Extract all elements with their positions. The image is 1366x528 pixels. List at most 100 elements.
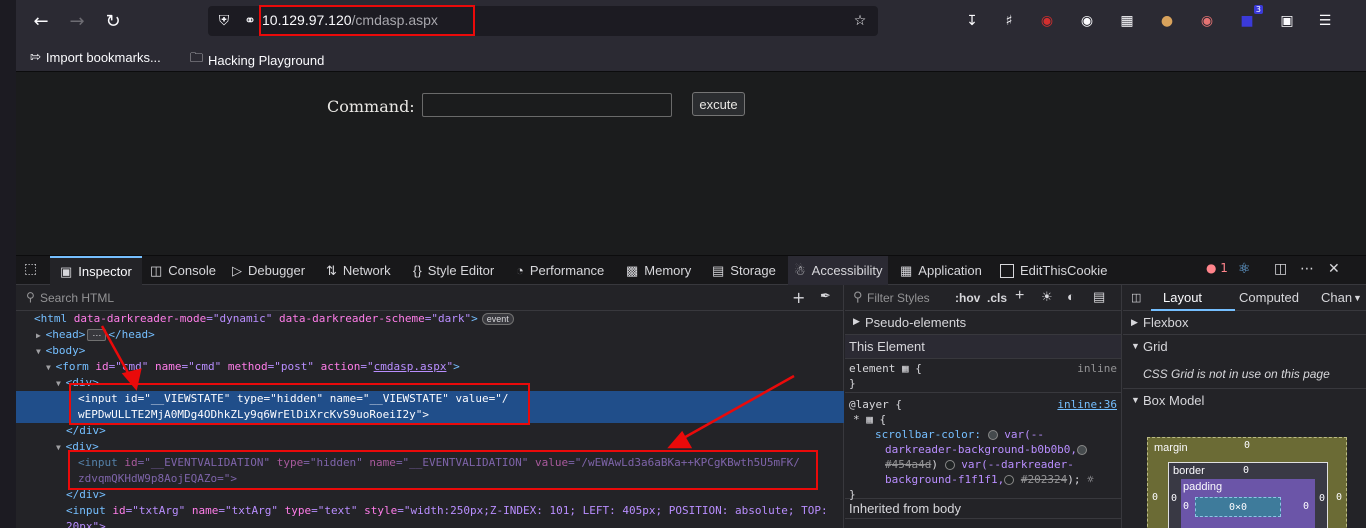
sidebar-toggle-icon[interactable]: ◫ — [1131, 291, 1141, 304]
shield-extension-icon[interactable]: ◉ — [1196, 10, 1218, 32]
lock-icon[interactable]: ⚭ — [240, 11, 260, 31]
margin-right-value[interactable]: 0 — [1336, 492, 1342, 503]
add-rule-icon[interactable]: + — [1015, 287, 1024, 305]
pseudo-elements-section[interactable]: ▶ Pseudo-elements — [845, 311, 1121, 335]
collapsed-badge[interactable]: ⋯ — [87, 329, 107, 341]
css-property[interactable]: scrollbar-color: — [875, 428, 981, 441]
event-badge[interactable]: event — [481, 313, 514, 325]
forward-button[interactable]: → — [64, 8, 90, 34]
command-input[interactable] — [422, 93, 672, 117]
tab-network[interactable]: ⇅ Network — [326, 256, 391, 285]
star-icon[interactable]: ☆ — [850, 11, 870, 31]
back-button[interactable]: ← — [28, 8, 54, 34]
bookmark-import[interactable]: ⇰ Import bookmarks... — [30, 49, 161, 65]
tree-node-head[interactable]: ▶ <head> ⋯ </head> — [16, 327, 844, 343]
eyedropper-icon[interactable]: ✒ — [820, 289, 831, 304]
border-left-value[interactable]: 0 — [1171, 493, 1177, 504]
node-link[interactable]: cmdasp.aspx — [374, 360, 447, 373]
container-icon[interactable]: ■ 3 — [1236, 5, 1263, 32]
shield-icon[interactable]: ⛨ — [214, 11, 234, 31]
tab-debugger[interactable]: ▷ Debugger — [232, 256, 305, 285]
tab-performance[interactable]: ◔ Performance — [516, 256, 604, 285]
layer-rule[interactable]: @layer { inline:36 * ▦ { scrollbar-color… — [845, 393, 1121, 501]
url-highlight-box — [259, 5, 475, 36]
extensions-icon[interactable]: ♯ — [998, 10, 1020, 32]
print-icon[interactable]: ▤ — [1093, 289, 1105, 305]
hov-toggle[interactable]: :hov — [955, 291, 980, 305]
responsive-icon[interactable]: ◫ — [1274, 261, 1287, 277]
color-swatch[interactable] — [1004, 475, 1015, 485]
color-swatch[interactable] — [1077, 445, 1088, 455]
performance-icon: ◔ — [516, 263, 524, 278]
tab-storage[interactable]: ▤ Storage — [712, 256, 776, 285]
tree-node-txtarg-cont[interactable]: 20px"> — [16, 519, 844, 528]
node-tag: > — [453, 360, 460, 373]
tab-console[interactable]: ◫ Console — [150, 256, 216, 285]
tree-node-html[interactable]: <html data-darkreader-mode="dynamic" dat… — [16, 311, 844, 327]
margin-left-value[interactable]: 0 — [1152, 492, 1158, 503]
collapse-icon[interactable]: ▼ — [36, 347, 46, 356]
collapse-icon: ▼ — [1131, 341, 1140, 351]
css-value[interactable]: var(-- — [1004, 428, 1044, 441]
add-node-icon[interactable]: + — [792, 288, 805, 307]
execute-button[interactable]: excute — [692, 92, 745, 116]
grid-section[interactable]: ▼ Grid — [1123, 335, 1366, 359]
eventvalidation-highlight-box — [68, 450, 818, 490]
download-icon[interactable]: ↧ — [961, 10, 983, 32]
tab-editthiscookie[interactable]: EditThisCookie — [1000, 256, 1107, 285]
filter-styles-input[interactable]: Filter Styles — [867, 291, 930, 305]
element-picker-icon[interactable]: ⬚ — [24, 261, 37, 277]
error-count[interactable]: ● 1 — [1206, 261, 1228, 275]
lightbulb-icon[interactable]: ☼ — [1087, 473, 1094, 486]
tab-accessibility[interactable]: ☃ Accessibility — [788, 256, 889, 285]
cookie-icon[interactable]: ● — [1156, 10, 1178, 32]
close-icon[interactable]: ✕ — [1328, 261, 1340, 277]
tree-node-form[interactable]: ▼ <form id="cmd" name="cmd" method="post… — [16, 359, 844, 375]
html-search-bar[interactable]: ⚲ Search HTML + ✒ — [16, 285, 843, 311]
padding-left-value[interactable]: 0 — [1183, 501, 1189, 512]
devtools-tab-bar: ⬚ ▣ Inspector ◫ Console ▷ Debugger ⇅ Network… — [16, 256, 1366, 285]
qrcode-icon[interactable]: ▦ — [1116, 10, 1138, 32]
more-icon[interactable]: ⋯ — [1300, 261, 1314, 277]
collapse-icon[interactable]: ▼ — [56, 443, 66, 452]
content-box[interactable]: 0×0 — [1195, 497, 1281, 517]
tree-node-txtarg[interactable]: <input id="txtArg" name="txtArg" type="t… — [16, 503, 844, 519]
atom-icon[interactable]: ⚛ — [1238, 261, 1251, 277]
color-swatch[interactable] — [944, 460, 955, 470]
tab-inspector[interactable]: ▣ Inspector — [50, 256, 142, 285]
collapse-icon[interactable]: ▼ — [56, 379, 66, 388]
color-swatch[interactable] — [987, 430, 998, 440]
cls-toggle[interactable]: .cls — [987, 291, 1007, 305]
border-top-value[interactable]: 0 — [1243, 465, 1249, 476]
chevron-down-icon[interactable]: ▼ — [1353, 293, 1362, 303]
margin-top-value[interactable]: 0 — [1244, 440, 1250, 451]
arrow-right-icon: → — [69, 10, 85, 32]
layer-source-link[interactable]: inline:36 — [1057, 397, 1117, 412]
tree-node-body[interactable]: ▼ <body> — [16, 343, 844, 359]
tab-layout[interactable]: Layout — [1163, 290, 1202, 305]
tab-label: Debugger — [248, 263, 306, 278]
browser-toolbar: ← → ↻ ⛨ ⚭ 10.129.97.120/cmdasp.aspx ☆ ↧ … — [16, 0, 1366, 42]
dark-mode-icon[interactable]: ◐ — [1067, 289, 1075, 304]
tab-computed[interactable]: Computed — [1239, 290, 1299, 305]
menu-icon[interactable]: ☰ — [1314, 10, 1336, 32]
tab-changes[interactable]: Chan — [1321, 290, 1352, 305]
padding-right-value[interactable]: 0 — [1303, 501, 1309, 512]
photo-icon[interactable]: ▣ — [1276, 10, 1298, 32]
spy-icon[interactable]: ◉ — [1076, 10, 1098, 32]
tab-style-editor[interactable]: {} Style Editor — [413, 256, 494, 285]
border-right-value[interactable]: 0 — [1319, 493, 1325, 504]
tab-memory[interactable]: ▩ Memory — [626, 256, 691, 285]
search-input[interactable]: Search HTML — [40, 291, 114, 305]
expand-icon[interactable]: ▶ — [36, 331, 46, 340]
box-model-section[interactable]: ▼ Box Model — [1123, 389, 1366, 413]
flexbox-section[interactable]: ▶ Flexbox — [1123, 311, 1366, 335]
element-rule[interactable]: element ▦ { inline } — [845, 359, 1121, 393]
reload-button[interactable]: ↻ — [100, 8, 126, 34]
ublock-icon[interactable]: ◉ — [1036, 10, 1058, 32]
collapse-icon[interactable]: ▼ — [46, 363, 56, 372]
tree-node-div-close[interactable]: </div> — [16, 423, 844, 439]
tab-application[interactable]: ▦ Application — [900, 256, 982, 285]
bookmark-folder-hacking[interactable]: 🗀 Hacking Playground — [190, 49, 324, 71]
light-mode-icon[interactable]: ☀ — [1041, 289, 1053, 305]
